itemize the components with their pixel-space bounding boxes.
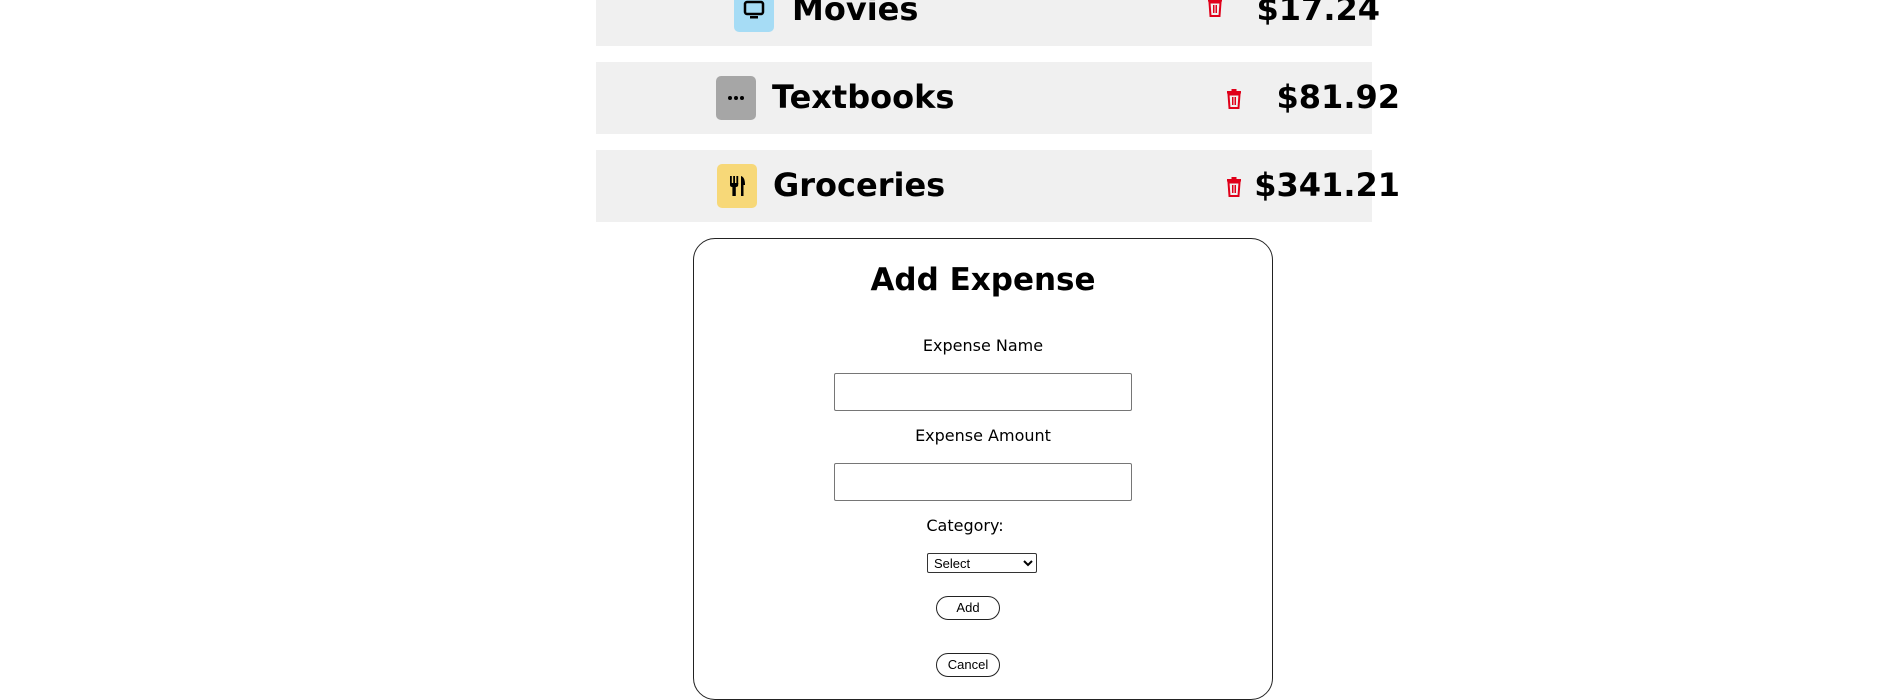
- category-label: Category:: [926, 516, 1004, 535]
- more-icon: [716, 76, 756, 120]
- trash-icon[interactable]: [1204, 0, 1226, 20]
- trash-icon[interactable]: [1223, 86, 1245, 112]
- cancel-button[interactable]: Cancel: [936, 653, 1000, 677]
- expense-row-movies: Movies $17.24: [596, 0, 1380, 46]
- expense-name-input[interactable]: [834, 373, 1132, 411]
- form-title: Add Expense: [870, 262, 1096, 298]
- expense-name: Textbooks: [772, 78, 955, 116]
- expense-row-groceries: Groceries $341.21: [596, 150, 1400, 222]
- category-select[interactable]: Select: [927, 553, 1037, 573]
- expense-amount-input[interactable]: [834, 463, 1132, 501]
- expense-name-label: Expense Name: [922, 336, 1044, 355]
- expense-page: Movies $17.24 Textbooks $81.92 Groceries…: [0, 0, 1900, 700]
- add-button[interactable]: Add: [936, 596, 1000, 620]
- expense-name: Movies: [792, 0, 919, 28]
- tv-icon: [734, 0, 774, 32]
- expense-name: Groceries: [773, 166, 946, 204]
- trash-icon[interactable]: [1223, 174, 1245, 200]
- add-expense-form: Add Expense Expense Name Expense Amount …: [693, 238, 1273, 700]
- expense-row-textbooks: Textbooks $81.92: [596, 62, 1400, 134]
- expense-amount-label: Expense Amount: [915, 426, 1051, 445]
- utensils-icon: [717, 164, 757, 208]
